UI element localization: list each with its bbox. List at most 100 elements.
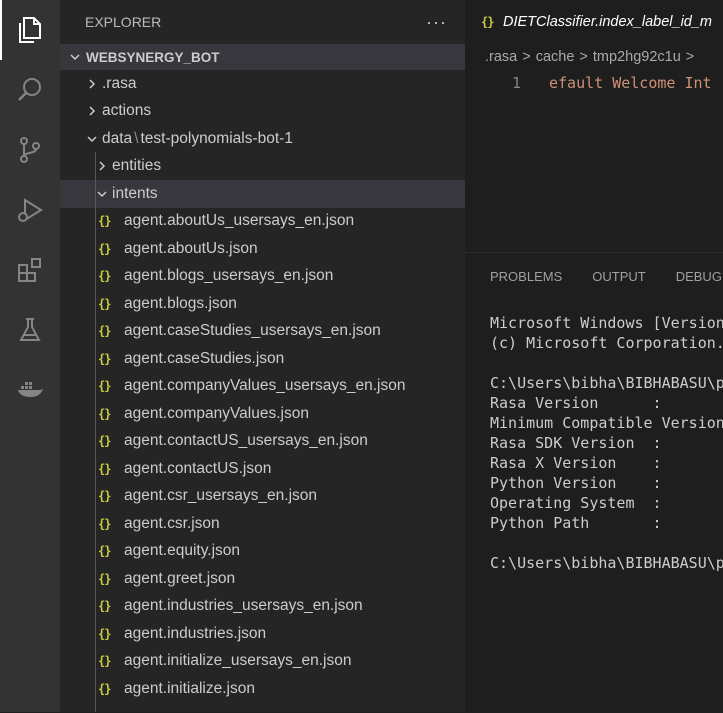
breadcrumb-item[interactable]: .rasa — [485, 49, 517, 65]
testing-icon[interactable] — [0, 300, 60, 360]
file-item[interactable]: {} agent.contactUS_usersays_en.json — [60, 428, 465, 456]
folder-label: entities — [112, 157, 162, 175]
explorer-sidebar: EXPLORER ··· WEBSYNERGY_BOT .rasa action… — [60, 0, 465, 712]
file-item[interactable]: {} agent.equity.json — [60, 538, 465, 566]
folder-data[interactable]: data \ test-polynomials-bot-1 — [60, 125, 465, 153]
file-item[interactable]: {} agent.industries_usersays_en.json — [60, 593, 465, 621]
file-label: agent.aboutUs.json — [124, 239, 258, 257]
json-file-icon: {} — [98, 544, 111, 559]
more-actions-icon[interactable]: ··· — [426, 12, 447, 33]
file-label: agent.greet.json — [124, 569, 236, 587]
breadcrumb: .rasa > cache > tmp2hg92c1u > — [465, 43, 723, 71]
json-file-icon: {} — [98, 434, 111, 449]
json-file-icon: {} — [98, 379, 111, 394]
explorer-title: EXPLORER — [85, 14, 162, 30]
file-label: agent.contactUS_usersays_en.json — [124, 432, 368, 450]
file-item[interactable]: {} agent.csr.json — [60, 510, 465, 538]
file-item[interactable]: {} agent.initialize.json — [60, 675, 465, 703]
file-item[interactable]: {} agent.initialize_usersays_en.json — [60, 648, 465, 676]
breadcrumb-item[interactable]: tmp2hg92c1u — [593, 49, 681, 65]
chevron-down-icon — [64, 51, 86, 63]
folder-label: actions — [102, 102, 152, 120]
code-line[interactable]: 1 efault Welcome Int — [465, 71, 723, 95]
folder-label: data — [102, 129, 133, 147]
file-label: agent.companyValues.json — [124, 404, 309, 422]
chevron-right-icon — [82, 105, 102, 117]
indent-guide — [95, 152, 96, 712]
file-label: agent.csr_usersays_en.json — [124, 487, 318, 505]
file-label: agent.csr.json — [124, 514, 220, 532]
path-separator: \ — [134, 129, 139, 147]
file-item[interactable]: {} agent.greet.json — [60, 565, 465, 593]
file-label: agent.initialize.json — [124, 679, 255, 697]
json-file-icon: {} — [481, 14, 494, 29]
tab-output[interactable]: OUTPUT — [592, 269, 645, 284]
source-control-icon[interactable] — [0, 120, 60, 180]
tab-debug-console[interactable]: DEBUG C — [676, 269, 723, 284]
bottom-panel: PROBLEMS OUTPUT DEBUG C Microsoft Window… — [465, 252, 723, 713]
json-file-icon: {} — [98, 296, 111, 311]
run-debug-icon[interactable] — [0, 180, 60, 240]
code-text[interactable]: efault Welcome Int — [549, 74, 712, 92]
file-item[interactable]: {} agent.blogs.json — [60, 290, 465, 318]
terminal-line: Minimum Compatible Version — [490, 414, 723, 432]
file-label: agent.industries_usersays_en.json — [124, 597, 363, 615]
file-item[interactable]: {} agent.aboutUs_usersays_en.json — [60, 208, 465, 236]
breadcrumb-item[interactable]: cache — [536, 49, 575, 65]
file-label: agent.industries.json — [124, 624, 267, 642]
file-item[interactable]: {} agent.companyValues.json — [60, 400, 465, 428]
folder-actions[interactable]: actions — [60, 98, 465, 126]
explorer-icon[interactable] — [0, 0, 60, 60]
search-icon[interactable] — [0, 60, 60, 120]
json-file-icon: {} — [98, 241, 111, 256]
panel-tabs: PROBLEMS OUTPUT DEBUG C — [465, 253, 723, 299]
breadcrumb-separator: > — [522, 49, 531, 65]
tab-title: DIETClassifier.index_label_id_m — [503, 13, 712, 30]
tab-problems[interactable]: PROBLEMS — [490, 269, 562, 284]
terminal-line: Rasa X Version : — [490, 454, 662, 472]
file-label: agent.caseStudies_usersays_en.json — [124, 322, 381, 340]
workspace-root[interactable]: WEBSYNERGY_BOT — [60, 44, 465, 70]
editor-area: {} DIETClassifier.index_label_id_m .rasa… — [465, 0, 723, 713]
file-label: agent.aboutUs_usersays_en.json — [124, 212, 355, 230]
json-file-icon: {} — [98, 269, 111, 284]
terminal-line: Microsoft Windows [Version — [490, 314, 723, 332]
terminal-line: Python Path : — [490, 514, 662, 532]
file-item[interactable]: {} agent.caseStudies_usersays_en.json — [60, 318, 465, 346]
docker-icon[interactable] — [0, 360, 60, 420]
json-file-icon: {} — [98, 571, 111, 586]
file-label: agent.equity.json — [124, 542, 241, 560]
file-label: agent.blogs_usersays_en.json — [124, 267, 334, 285]
json-file-icon: {} — [98, 626, 111, 641]
folder-label: intents — [112, 184, 158, 202]
file-item[interactable]: {} agent.contactUS.json — [60, 455, 465, 483]
json-file-icon: {} — [98, 681, 111, 696]
breadcrumb-separator: > — [685, 49, 695, 65]
extensions-icon[interactable] — [0, 240, 60, 300]
file-label: agent.companyValues_usersays_en.json — [124, 377, 406, 395]
editor-tab[interactable]: {} DIETClassifier.index_label_id_m — [465, 0, 723, 43]
activity-bar — [0, 0, 60, 712]
file-item[interactable]: {} agent.caseStudies.json — [60, 345, 465, 373]
file-label: agent.caseStudies.json — [124, 349, 285, 367]
chevron-down-icon — [82, 133, 102, 145]
folder-intents[interactable]: intents — [60, 180, 465, 208]
file-label: agent.contactUS.json — [124, 459, 272, 477]
file-label: agent.initialize_usersays_en.json — [124, 652, 352, 670]
terminal-line: (c) Microsoft Corporation. — [490, 334, 723, 352]
file-label: agent.blogs.json — [124, 294, 237, 312]
folder-entities[interactable]: entities — [60, 153, 465, 181]
file-item[interactable]: {} agent.csr_usersays_en.json — [60, 483, 465, 511]
explorer-header: EXPLORER ··· — [60, 0, 465, 44]
file-item[interactable]: {} agent.industries.json — [60, 620, 465, 648]
terminal-line: Rasa Version : — [490, 394, 662, 412]
terminal-output[interactable]: Microsoft Windows [Version (c) Microsoft … — [465, 299, 723, 573]
json-file-icon: {} — [98, 461, 111, 476]
json-file-icon: {} — [98, 324, 111, 339]
file-item[interactable]: {} agent.blogs_usersays_en.json — [60, 263, 465, 291]
file-item[interactable]: {} agent.aboutUs.json — [60, 235, 465, 263]
folder-rasa[interactable]: .rasa — [60, 70, 465, 98]
folder-sub-label: test-polynomials-bot-1 — [140, 129, 293, 147]
file-item[interactable]: {} agent.companyValues_usersays_en.json — [60, 373, 465, 401]
